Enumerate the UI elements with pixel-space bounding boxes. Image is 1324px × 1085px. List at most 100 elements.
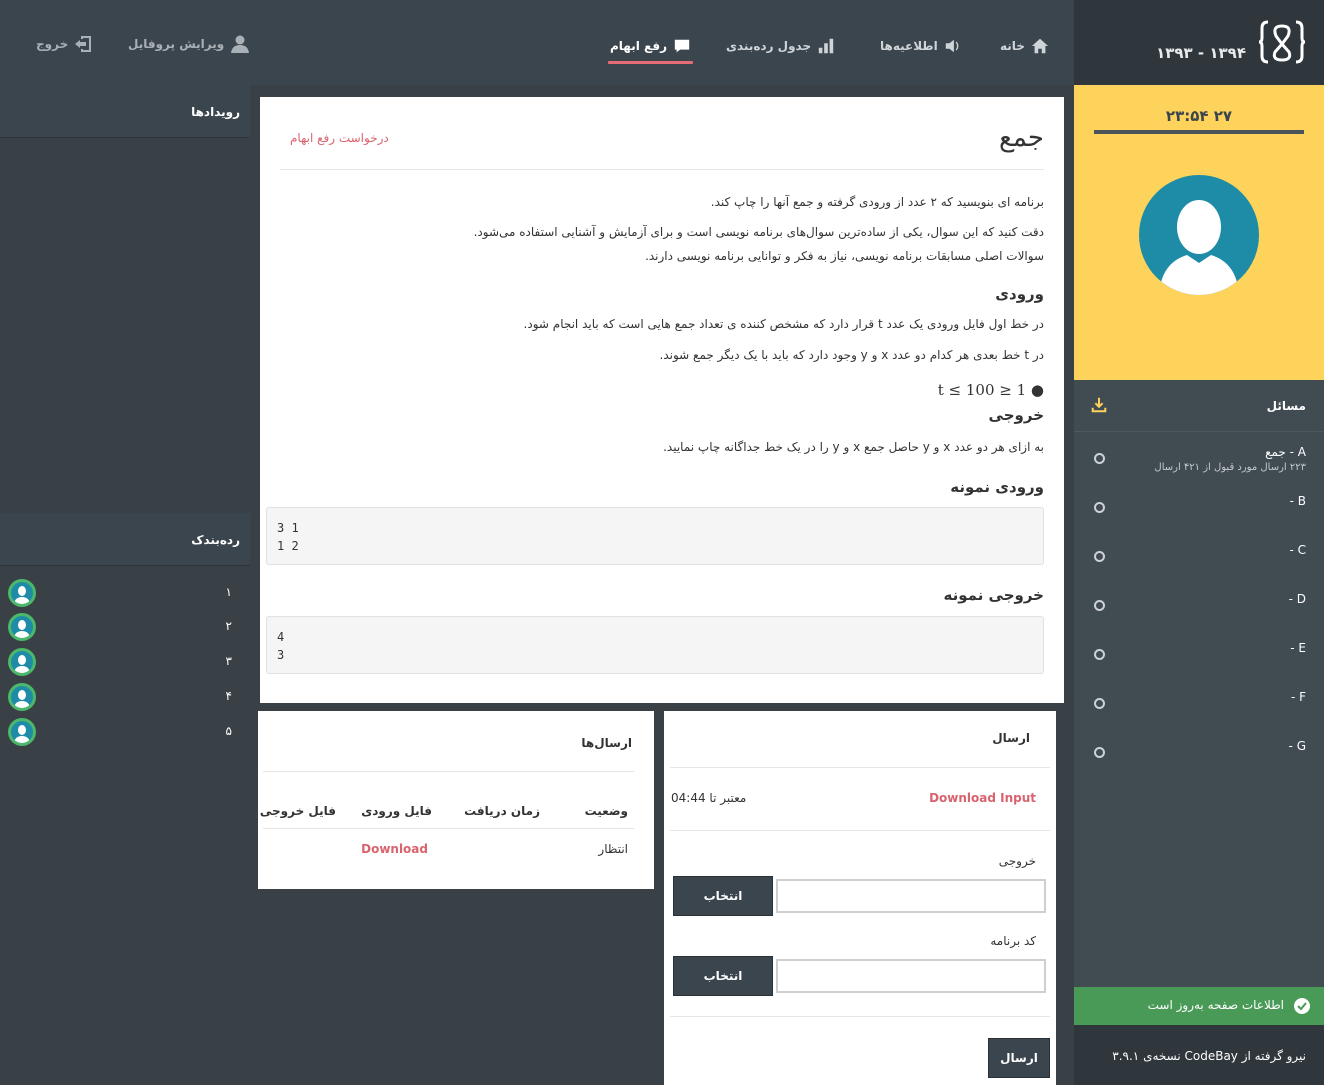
- statement-paragraph: دقت کنید که این سوال، یکی از ساده‌ترین س…: [473, 225, 1044, 239]
- source-code-file-field[interactable]: [776, 959, 1046, 993]
- divider: [280, 169, 1044, 170]
- contest-years: ۱۳۹۳ - ۱۳۹۴: [1156, 44, 1246, 62]
- edit-profile-label: ویرایش پروفایل: [128, 37, 225, 51]
- avatar: [8, 613, 36, 641]
- problem-label: A - جمع: [1265, 445, 1306, 459]
- rank-number: ۵: [225, 724, 232, 738]
- nav-clarification[interactable]: رفع ابهام: [608, 36, 693, 64]
- timer-progress-bar: [1094, 130, 1304, 134]
- problem-label: G -: [1288, 739, 1306, 753]
- nav-scoreboard[interactable]: جدول رده‌بندی: [726, 36, 835, 56]
- problem-status-dot: [1094, 551, 1105, 562]
- sync-status-banner: اطلاعات صفحه به‌روز است: [1074, 987, 1324, 1025]
- choose-output-file-button[interactable]: انتخاب: [673, 876, 773, 916]
- speaker-icon: [945, 39, 959, 53]
- problem-item-e[interactable]: E -: [1074, 641, 1324, 681]
- col-received-time: زمان دریافت: [464, 804, 540, 818]
- problem-statement-card: جمع درخواست رفع ابهام برنامه ای بنویسید …: [260, 97, 1064, 703]
- problem-status-dot: [1094, 698, 1105, 709]
- rank-number: ۱: [225, 585, 232, 599]
- avatar: [8, 683, 36, 711]
- output-description: به ازای هر دو عدد x و y حاصل جمع x و y ر…: [663, 440, 1044, 454]
- avatar: [8, 648, 36, 676]
- edit-profile-link[interactable]: ویرایش پروفایل: [128, 34, 250, 54]
- ranking-title: رده‌بندک: [191, 533, 240, 547]
- problem-status-dot: [1094, 502, 1105, 513]
- main-content: جمع درخواست رفع ابهام برنامه ای بنویسید …: [250, 85, 1074, 1085]
- logout-label: خروج: [36, 37, 69, 51]
- top-navbar: خانه اطلاعیه‌ها جدول رده‌بندی رفع ابهام …: [0, 0, 1074, 85]
- choose-source-file-button[interactable]: انتخاب: [673, 956, 773, 996]
- avatar: [8, 718, 36, 746]
- source-code-label: کد برنامه: [990, 934, 1036, 948]
- ranking-row[interactable]: ۳: [0, 648, 250, 682]
- ranking-header: رده‌بندک: [0, 513, 250, 566]
- output-file-label: خروجی: [998, 854, 1036, 868]
- problem-item-a[interactable]: A - جمع ۲۲۳ ارسال مورد قبول از ۴۲۱ ارسال: [1074, 445, 1324, 485]
- nav-home[interactable]: خانه: [1000, 36, 1049, 56]
- ranking-row[interactable]: ۱: [0, 579, 250, 613]
- divider: [670, 767, 1050, 768]
- problem-item-c[interactable]: C -: [1074, 543, 1324, 583]
- problem-title: جمع: [999, 123, 1044, 153]
- problem-item-g[interactable]: G -: [1074, 739, 1324, 779]
- problem-label: F -: [1290, 690, 1306, 704]
- download-icon[interactable]: [1090, 396, 1108, 414]
- sample-input-block: 3 1 1 2: [266, 507, 1044, 565]
- user-avatar: [1139, 175, 1259, 295]
- comment-icon: [674, 39, 690, 53]
- problem-item-b[interactable]: B -: [1074, 494, 1324, 534]
- ranking-row[interactable]: ۲: [0, 613, 250, 647]
- submit-title: ارسال: [992, 731, 1030, 745]
- problem-label: B -: [1289, 494, 1306, 508]
- divider: [263, 771, 634, 772]
- constraint-item: ● 1 ≤ t ≤ 100: [937, 381, 1044, 399]
- constraint-text: 1 ≤ t ≤ 100: [937, 381, 1027, 399]
- col-output-file: فایل خروجی: [259, 804, 336, 818]
- problems-title: مسائل: [1266, 399, 1306, 413]
- divider: [670, 1016, 1050, 1017]
- avatar: [8, 579, 36, 607]
- send-button[interactable]: ارسال: [988, 1038, 1050, 1078]
- problem-item-d[interactable]: D -: [1074, 592, 1324, 632]
- events-header: رویدادها: [0, 85, 250, 138]
- problem-status-dot: [1094, 600, 1105, 611]
- user-icon: [231, 35, 250, 53]
- col-status: وضعیت: [584, 804, 628, 818]
- bar-chart-icon: [818, 38, 834, 54]
- home-icon: [1031, 38, 1049, 54]
- problem-item-f[interactable]: F -: [1074, 690, 1324, 730]
- rank-number: ۲: [225, 619, 232, 633]
- check-circle-icon: [1294, 998, 1310, 1014]
- submissions-title: ارسال‌ها: [581, 736, 632, 750]
- input-section-title: ورودی: [995, 285, 1044, 303]
- problem-label: E -: [1290, 641, 1306, 655]
- sample-output-title: خروجی نمونه: [943, 586, 1045, 604]
- codebay-logo-icon[interactable]: [1258, 18, 1306, 66]
- statement-paragraph: برنامه ای بنویسید که ۲ عدد از ورودی گرفت…: [710, 195, 1044, 209]
- left-sidebar: رویدادها رده‌بندک ۱ ۲ ۳ ۴ ۵: [0, 85, 250, 1085]
- problem-status-dot: [1094, 453, 1105, 464]
- input-download-link[interactable]: Download: [361, 842, 428, 856]
- problem-stats: ۲۲۳ ارسال مورد قبول از ۴۲۱ ارسال: [1154, 462, 1306, 473]
- active-tab-indicator: [608, 61, 693, 64]
- ranking-row[interactable]: ۴: [0, 683, 250, 717]
- clarification-request-link[interactable]: درخواست رفع ابهام: [290, 131, 389, 145]
- divider: [670, 830, 1050, 831]
- logout-link[interactable]: خروج: [36, 34, 94, 54]
- submissions-panel: ارسال‌ها وضعیت زمان دریافت فایل ورودی فا…: [258, 711, 654, 889]
- output-section-title: خروجی: [988, 406, 1044, 424]
- divider: [263, 828, 634, 829]
- footer: نیرو گرفته از CodeBay نسخه‌ی ۳.۹.۱: [1074, 1025, 1324, 1085]
- right-sidebar: ۱۳۹۳ - ۱۳۹۴ ۲۳:۵۴ ۲۷ مسائل A - جمع ۲۲۳ ا…: [1074, 0, 1324, 1085]
- timer-panel: ۲۳:۵۴ ۲۷: [1074, 85, 1324, 380]
- valid-until-text: معتبر تا 04:44: [671, 791, 747, 805]
- countdown-timer: ۲۳:۵۴ ۲۷: [1165, 107, 1233, 125]
- download-input-link[interactable]: Download Input: [929, 791, 1036, 805]
- avatar-silhouette-icon: [1159, 200, 1239, 295]
- nav-announcements[interactable]: اطلاعیه‌ها: [880, 36, 962, 56]
- output-file-field[interactable]: [776, 879, 1046, 913]
- ranking-row[interactable]: ۵: [0, 718, 250, 752]
- events-title: رویدادها: [191, 105, 240, 119]
- submission-status: انتظار: [598, 842, 628, 856]
